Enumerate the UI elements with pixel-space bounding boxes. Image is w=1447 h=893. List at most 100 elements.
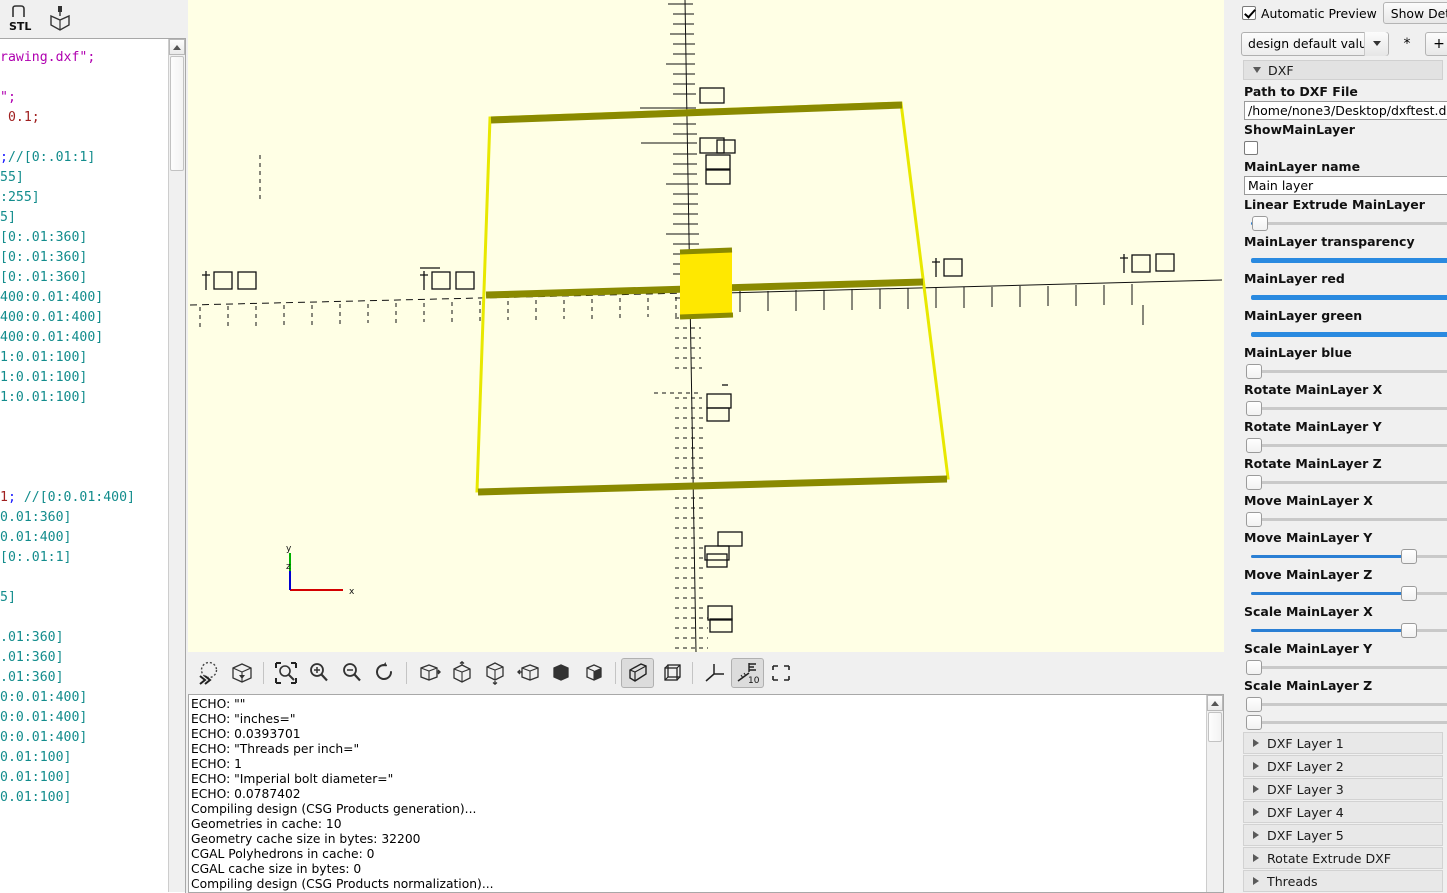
zoom-in-icon[interactable]: [302, 658, 335, 688]
code-token: :255]: [0, 190, 40, 205]
preset-value: design default values: [1248, 36, 1381, 51]
perspective-icon[interactable]: [621, 658, 654, 688]
slider-knob[interactable]: [1246, 475, 1262, 490]
scale-mainlayer-x-slider[interactable]: [1244, 621, 1447, 639]
preview-icon[interactable]: [192, 658, 225, 688]
mainlayer-name-input[interactable]: Main layer: [1244, 176, 1447, 195]
slider-track: [1251, 444, 1447, 447]
console-scrollbar-thumb[interactable]: [1208, 712, 1222, 742]
slider-knob[interactable]: [1246, 697, 1262, 712]
show-edges-icon[interactable]: [764, 658, 797, 688]
group-threads[interactable]: Threads: [1243, 870, 1443, 892]
svg-text:10: 10: [748, 676, 760, 685]
origin-marker-fill: [680, 252, 732, 317]
preset-row: design default values * +: [1241, 31, 1447, 56]
group-dxf-layer-3[interactable]: DXF Layer 3: [1243, 778, 1443, 800]
rotate-mainlayer-x-slider[interactable]: [1244, 399, 1447, 417]
move-mainlayer-x-label: Move MainLayer X: [1244, 493, 1373, 508]
mainlayer-blue-slider[interactable]: [1244, 362, 1447, 380]
view-all-icon[interactable]: [269, 658, 302, 688]
slider-knob[interactable]: [1246, 438, 1262, 453]
group-dxf-layer-1[interactable]: DXF Layer 1: [1243, 732, 1443, 754]
automatic-preview-label: Automatic Preview: [1261, 5, 1377, 21]
scale-mainlayer-z-slider[interactable]: [1244, 695, 1447, 713]
slider-knob[interactable]: [1401, 549, 1418, 564]
checkbox-box[interactable]: [1242, 6, 1256, 20]
slider-knob[interactable]: [1401, 586, 1418, 601]
code-line: 1:0.01:100]: [0, 368, 168, 388]
automatic-preview-checkbox[interactable]: Automatic Preview: [1242, 6, 1377, 21]
move-mainlayer-x-slider[interactable]: [1244, 510, 1447, 528]
console-scroll-up-button[interactable]: [1207, 695, 1223, 711]
collapsed-groups-list: DXF Layer 1 DXF Layer 2 DXF Layer 3 DXF Lay…: [1237, 732, 1447, 893]
slider-knob[interactable]: [1246, 512, 1262, 527]
code-token: rawing.dxf";: [0, 50, 96, 65]
chevron-right-icon: [1253, 808, 1259, 816]
preset-dropdown-button[interactable]: [1364, 31, 1388, 56]
show-axes-icon[interactable]: [698, 658, 731, 688]
move-mainlayer-y-slider[interactable]: [1244, 547, 1447, 565]
view-bottom-icon[interactable]: [478, 658, 511, 688]
orthogonal-icon[interactable]: [654, 658, 687, 688]
slider-knob[interactable]: [1401, 623, 1418, 638]
group-header-dxf[interactable]: DXF: [1243, 60, 1443, 80]
trailing-slider-slider[interactable]: [1244, 713, 1447, 731]
code-line: 0.01:400]: [0, 528, 168, 548]
customizer-scroll-area[interactable]: DXF Path to DXF File/home/none3/Desktop/…: [1237, 60, 1447, 893]
move-mainlayer-z-slider[interactable]: [1244, 584, 1447, 602]
view-top-icon[interactable]: [445, 658, 478, 688]
render-preview-icon[interactable]: [46, 4, 74, 34]
code-line: .01:360]: [0, 648, 168, 668]
console-line: Geometry cache size in bytes: 32200: [191, 832, 421, 846]
mainlayer-name-label: MainLayer name: [1244, 159, 1361, 174]
scroll-up-button[interactable]: [169, 39, 185, 55]
console-scrollbar[interactable]: [1206, 695, 1223, 892]
group-dxf-layer-2[interactable]: DXF Layer 2: [1243, 755, 1443, 777]
render-icon[interactable]: [225, 658, 258, 688]
view-front-icon[interactable]: [544, 658, 577, 688]
group-dxf-layer-4[interactable]: DXF Layer 4: [1243, 801, 1443, 823]
add-preset-button[interactable]: +: [1425, 31, 1447, 56]
mainlayer-green-slider[interactable]: [1244, 325, 1447, 343]
slider-knob[interactable]: [1252, 216, 1269, 231]
checkbox-box[interactable]: [1244, 141, 1258, 155]
code-line: ";: [0, 88, 168, 108]
view-back-icon[interactable]: [577, 658, 610, 688]
slider-knob[interactable]: [1246, 715, 1262, 730]
path-to-dxf-file-input[interactable]: /home/none3/Desktop/dxftest.dxf: [1244, 101, 1447, 120]
linear-extrude-mainlayer-slider[interactable]: [1244, 214, 1447, 232]
code-line: 400:0.01:400]: [0, 308, 168, 328]
code-editor[interactable]: rawing.dxf"; "; 0.1; ;//[0:.01:1] 55]:255…: [0, 38, 186, 893]
mainlayer-red-slider[interactable]: [1244, 288, 1447, 306]
editor-scrollbar[interactable]: [168, 39, 185, 892]
console-line: CGAL Polyhedrons in cache: 0: [191, 847, 375, 861]
code-token: 0.01:400]: [0, 530, 72, 545]
slider-knob[interactable]: [1246, 364, 1262, 379]
code-token: .01:360]: [0, 630, 64, 645]
preset-combobox[interactable]: design default values: [1241, 31, 1389, 56]
reset-view-icon[interactable]: [368, 658, 401, 688]
3d-viewport[interactable]: x y z: [188, 0, 1224, 652]
show-main-layer-checkbox[interactable]: [1244, 139, 1447, 157]
scrollbar-thumb[interactable]: [170, 56, 184, 171]
editor-pane: STL rawing.dxf"; "; 0.1; ;//[0:.01:1] 55]…: [0, 0, 186, 893]
view-left-icon[interactable]: [511, 658, 544, 688]
console-pane[interactable]: ECHO: "" ECHO: "inches=" ECHO: 0.0393701 EC…: [188, 694, 1224, 893]
show-details-button[interactable]: Show Deta: [1382, 2, 1447, 24]
slider-knob[interactable]: [1246, 401, 1262, 416]
zoom-out-icon[interactable]: [335, 658, 368, 688]
rotate-mainlayer-z-slider[interactable]: [1244, 473, 1447, 491]
export-stl-icon[interactable]: STL: [6, 4, 34, 34]
group-rotate-extrude-dxf[interactable]: Rotate Extrude DXF: [1243, 847, 1443, 869]
view-right-icon[interactable]: [412, 658, 445, 688]
slider-knob[interactable]: [1246, 660, 1262, 675]
rotate-mainlayer-y-slider[interactable]: [1244, 436, 1447, 454]
code-token: 1:0.01:100]: [0, 390, 88, 405]
code-text[interactable]: rawing.dxf"; "; 0.1; ;//[0:.01:1] 55]:255…: [0, 39, 168, 892]
group-dxf-layer-5[interactable]: DXF Layer 5: [1243, 824, 1443, 846]
scale-mainlayer-y-slider[interactable]: [1244, 658, 1447, 676]
show-scale-markers-icon[interactable]: 10: [731, 658, 764, 688]
group-title: DXF Layer 3: [1267, 781, 1344, 797]
mainlayer-transparency-slider[interactable]: [1244, 251, 1447, 269]
